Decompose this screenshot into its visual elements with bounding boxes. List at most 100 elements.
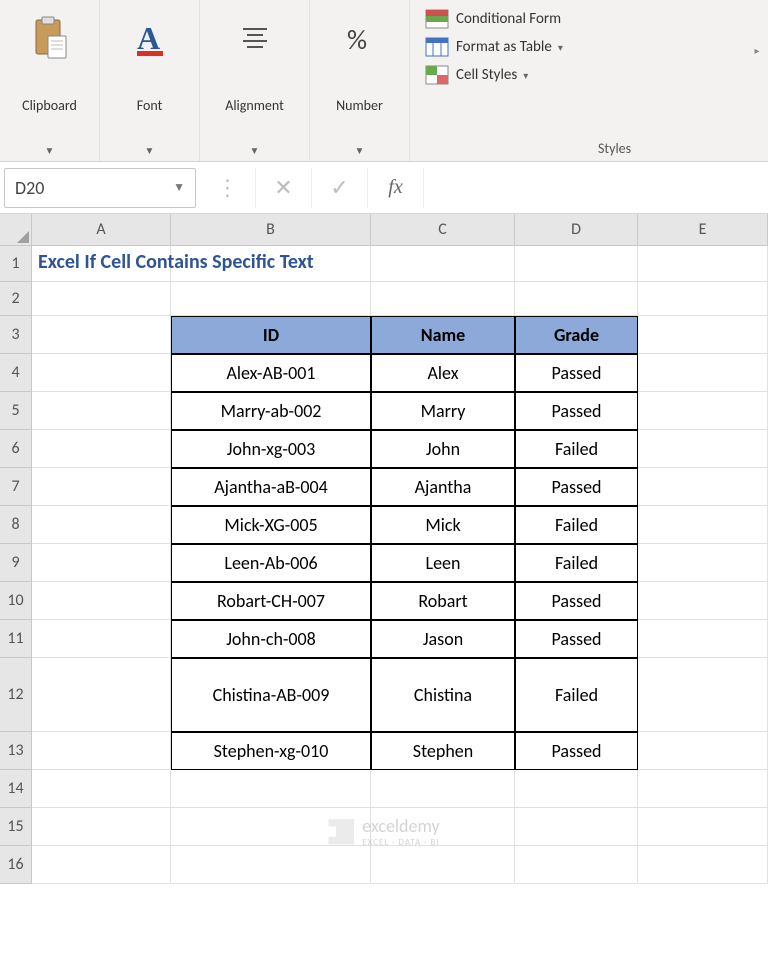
chevron-down-icon[interactable]: ▼ [145,144,155,157]
cell-C1[interactable] [371,246,515,282]
table-row[interactable]: Robart-CH-007 [171,582,371,620]
col-header-B[interactable]: B [171,214,371,246]
cancel-icon[interactable]: ✕ [256,168,312,208]
row-header-7[interactable]: 7 [0,468,32,506]
col-header-A[interactable]: A [32,214,171,246]
chevron-down-icon[interactable]: ▼ [45,144,55,157]
cell-D14[interactable] [515,770,638,808]
row-header-12[interactable]: 12 [0,658,32,732]
row-header-10[interactable]: 10 [0,582,32,620]
table-row[interactable]: Leen [371,544,515,582]
table-row[interactable]: John-xg-003 [171,430,371,468]
cell-A2[interactable] [32,282,171,316]
table-row[interactable]: Passed [515,354,638,392]
table-header-id[interactable]: ID [171,316,371,354]
fx-button[interactable]: fx [368,168,424,208]
ribbon-expand-button[interactable]: ▸ [750,44,764,57]
cell-A9[interactable] [32,544,171,582]
chevron-down-icon[interactable]: ▼ [355,144,365,157]
conditional-formatting-button[interactable]: Conditional Form [420,6,668,32]
row-header-9[interactable]: 9 [0,544,32,582]
table-row[interactable]: Mick [371,506,515,544]
table-header-name[interactable]: Name [371,316,515,354]
cell-E8[interactable] [638,506,768,544]
cell-C2[interactable] [371,282,515,316]
enter-icon[interactable]: ✓ [312,168,368,208]
cell-A7[interactable] [32,468,171,506]
table-row[interactable]: Stephen-xg-010 [171,732,371,770]
table-row[interactable]: Chistina-AB-009 [171,658,371,732]
spreadsheet-grid[interactable]: A B C D E 1 Excel If Cell Contains Speci… [0,214,768,884]
table-row[interactable]: Passed [515,468,638,506]
cell-D16[interactable] [515,846,638,884]
select-all-corner[interactable] [0,214,32,246]
cell-E9[interactable] [638,544,768,582]
row-header-6[interactable]: 6 [0,430,32,468]
cell-E14[interactable] [638,770,768,808]
chevron-down-icon[interactable]: ▼ [173,180,185,195]
row-header-2[interactable]: 2 [0,282,32,316]
col-header-E[interactable]: E [638,214,768,246]
cell-A4[interactable] [32,354,171,392]
table-row[interactable]: Passed [515,392,638,430]
row-header-4[interactable]: 4 [0,354,32,392]
cell-E4[interactable] [638,354,768,392]
table-row[interactable]: Chistina [371,658,515,732]
cell-styles-button[interactable]: Cell Styles ▾ [420,62,668,88]
cell-C14[interactable] [371,770,515,808]
table-row[interactable]: Ajantha-aB-004 [171,468,371,506]
table-row[interactable]: Failed [515,506,638,544]
table-row[interactable]: Alex [371,354,515,392]
table-header-grade[interactable]: Grade [515,316,638,354]
cell-E6[interactable] [638,430,768,468]
cell-A11[interactable] [32,620,171,658]
cell-E10[interactable] [638,582,768,620]
cell-A12[interactable] [32,658,171,732]
cell-D1[interactable] [515,246,638,282]
col-header-C[interactable]: C [371,214,515,246]
cell-B2[interactable] [171,282,371,316]
cell-A8[interactable] [32,506,171,544]
formula-input[interactable] [424,168,768,208]
table-row[interactable]: Stephen [371,732,515,770]
cell-E13[interactable] [638,732,768,770]
cell-E5[interactable] [638,392,768,430]
table-row[interactable]: Failed [515,544,638,582]
cell-E15[interactable] [638,808,768,846]
cell-E7[interactable] [638,468,768,506]
table-row[interactable]: John [371,430,515,468]
cell-A13[interactable] [32,732,171,770]
row-header-14[interactable]: 14 [0,770,32,808]
table-row[interactable]: Marry-ab-002 [171,392,371,430]
cell-E3[interactable] [638,316,768,354]
row-header-15[interactable]: 15 [0,808,32,846]
row-header-11[interactable]: 11 [0,620,32,658]
table-row[interactable]: Leen-Ab-006 [171,544,371,582]
font-button[interactable]: A [118,8,182,70]
table-row[interactable]: Failed [515,658,638,732]
table-row[interactable]: Failed [515,430,638,468]
row-header-3[interactable]: 3 [0,316,32,354]
table-row[interactable]: Alex-AB-001 [171,354,371,392]
table-row[interactable]: Robart [371,582,515,620]
cell-D2[interactable] [515,282,638,316]
cell-B16[interactable] [171,846,371,884]
row-header-8[interactable]: 8 [0,506,32,544]
row-header-16[interactable]: 16 [0,846,32,884]
cell-B14[interactable] [171,770,371,808]
table-row[interactable]: Passed [515,620,638,658]
cell-E1[interactable] [638,246,768,282]
cell-A10[interactable] [32,582,171,620]
table-row[interactable]: Ajantha [371,468,515,506]
cell-A5[interactable] [32,392,171,430]
cell-A6[interactable] [32,430,171,468]
number-button[interactable]: % [328,8,392,70]
paste-button[interactable] [18,8,82,70]
cell-E16[interactable] [638,846,768,884]
row-header-13[interactable]: 13 [0,732,32,770]
cell-A1[interactable]: Excel If Cell Contains Specific Text [32,246,171,282]
cell-A3[interactable] [32,316,171,354]
format-as-table-button[interactable]: Format as Table ▾ [420,34,668,60]
name-box[interactable]: D20 ▼ [4,168,196,208]
more-button[interactable]: ⋮ [200,168,256,208]
